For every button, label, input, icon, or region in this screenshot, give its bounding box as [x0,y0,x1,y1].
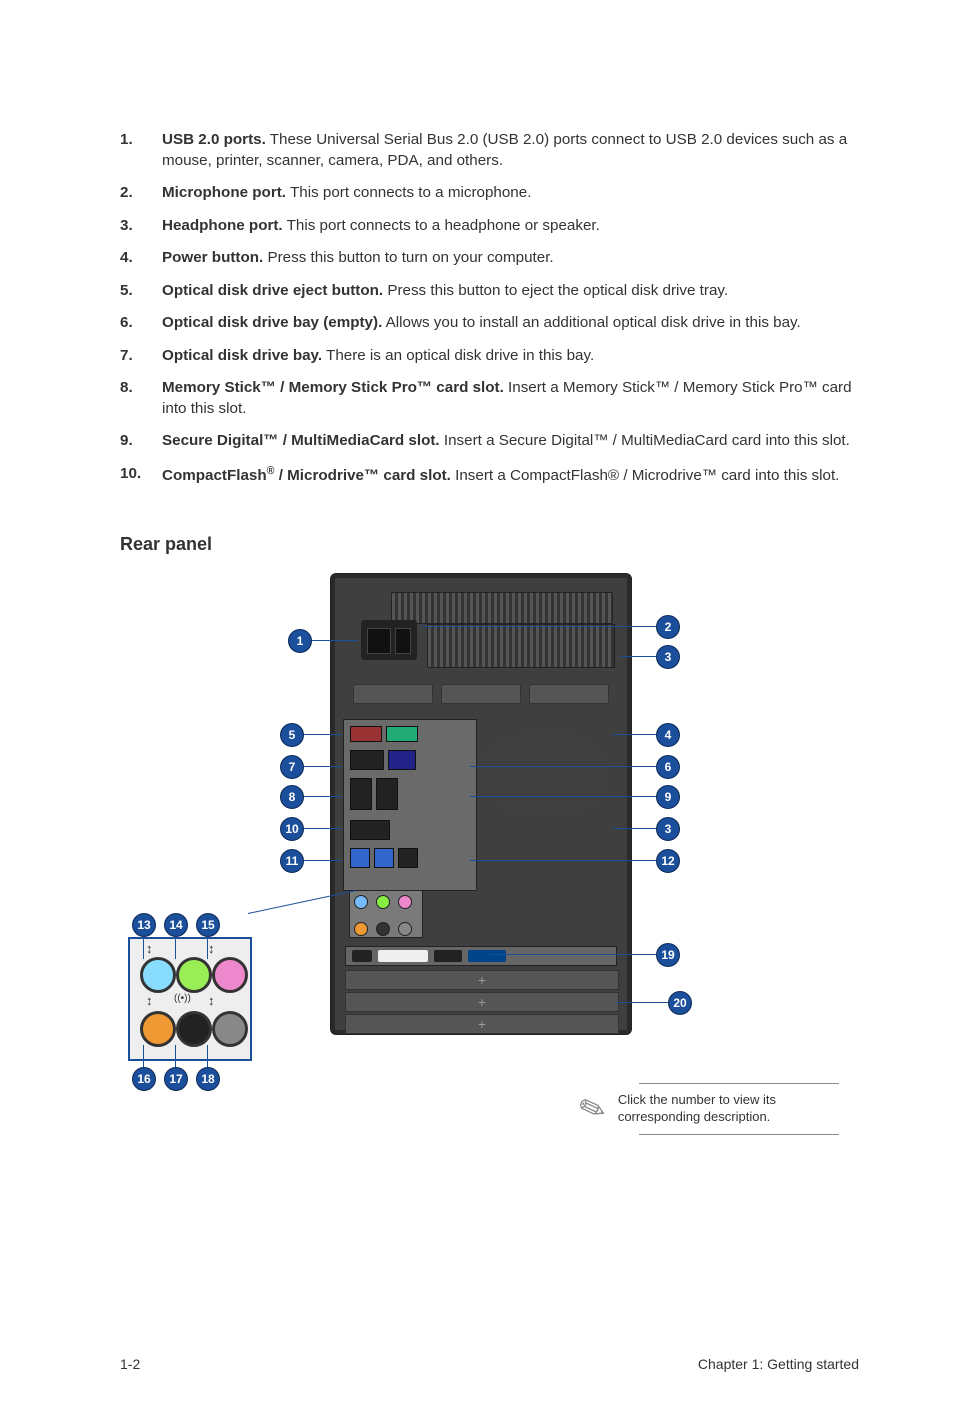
list-item: 8.Memory Stick™ / Memory Stick Pro™ card… [120,378,859,419]
item-body: Optical disk drive bay. There is an opti… [162,346,859,367]
callout-13[interactable]: 13 [132,913,156,937]
item-number: 9. [120,431,162,452]
callout-20[interactable]: 20 [668,991,692,1015]
item-number: 2. [120,183,162,204]
callout-3[interactable]: 3 [656,645,680,669]
hdmi-port [350,820,390,840]
arrow-icon: ↕ [146,993,153,1008]
item-body: Power button. Press this button to turn … [162,248,859,269]
item-number: 8. [120,378,162,419]
page-footer: 1-2 Chapter 1: Getting started [120,1356,859,1372]
audio-jack-gray [212,1011,248,1047]
graphics-card-bracket [345,946,617,966]
callout-12[interactable]: 12 [656,849,680,873]
list-item: 2.Microphone port. This port connects to… [120,183,859,204]
item-number: 1. [120,130,162,171]
item-body: Memory Stick™ / Memory Stick Pro™ card s… [162,378,859,419]
callout-6[interactable]: 6 [656,755,680,779]
callout-17[interactable]: 17 [164,1067,188,1091]
item-number: 10. [120,464,162,487]
audio-jack-lime [176,957,212,993]
headphone-icon: ((•)) [174,993,191,1004]
audio-jack-pink [212,957,248,993]
usb-stack [350,778,372,810]
list-item: 1.USB 2.0 ports. These Universal Serial … [120,130,859,171]
expansion-slot-cover: + [345,992,619,1012]
callout-11[interactable]: 11 [280,849,304,873]
audio-jack-orange [140,1011,176,1047]
voltage-switch [395,628,411,654]
io-panel [343,719,477,891]
audio-jack-black [176,1011,212,1047]
esata-port [398,848,418,868]
power-connector [367,628,391,654]
rear-panel-diagram: + + + 1 5 7 8 10 11 2 3 4 6 9 3 12 19 [120,573,859,1113]
page-number: 1-2 [120,1356,140,1372]
drive-slots [353,684,609,702]
ps2-keyboard-port [350,726,382,742]
callout-10[interactable]: 10 [280,817,304,841]
arrow-icon: ↕ [146,941,153,956]
item-body: Secure Digital™ / MultiMediaCard slot. I… [162,431,859,452]
list-item: 5.Optical disk drive eject button. Press… [120,281,859,302]
list-item: 7.Optical disk drive bay. There is an op… [120,346,859,367]
item-body: CompactFlash® / Microdrive™ card slot. I… [162,464,859,487]
callout-9[interactable]: 9 [656,785,680,809]
item-number: 6. [120,313,162,334]
chapter-label: Chapter 1: Getting started [698,1356,859,1372]
vent-grill [427,624,615,668]
callout-16[interactable]: 16 [132,1067,156,1091]
item-body: Microphone port. This port connects to a… [162,183,859,204]
item-number: 4. [120,248,162,269]
dvi-port [350,750,384,770]
vga-port [388,750,416,770]
pencil-icon: ✎ [573,1087,611,1132]
item-number: 7. [120,346,162,367]
callout-4[interactable]: 4 [656,723,680,747]
callout-19[interactable]: 19 [656,943,680,967]
item-body: Optical disk drive eject button. Press t… [162,281,859,302]
item-body: Optical disk drive bay (empty). Allows y… [162,313,859,334]
usb3-port [350,848,370,868]
item-body: USB 2.0 ports. These Universal Serial Bu… [162,130,859,171]
usb3-port [374,848,394,868]
item-body: Headphone port. This port connects to a … [162,216,859,237]
arrow-icon: ↕ [208,993,215,1008]
arrow-icon: ↕ [208,941,215,956]
list-item: 6.Optical disk drive bay (empty). Allows… [120,313,859,334]
callout-7[interactable]: 7 [280,755,304,779]
ps2-mouse-port [386,726,418,742]
callout-5[interactable]: 5 [280,723,304,747]
item-number: 5. [120,281,162,302]
callout-14[interactable]: 14 [164,913,188,937]
audio-jacks-detail: ↕ ↕ ↕ ((•)) ↕ [128,937,252,1061]
expansion-slot-cover: + [345,1014,619,1034]
callout-2[interactable]: 2 [656,615,680,639]
vent-grill [391,592,613,624]
rear-panel-heading: Rear panel [120,534,859,555]
callout-8[interactable]: 8 [280,785,304,809]
power-supply [361,620,417,660]
port-description-list: 1.USB 2.0 ports. These Universal Serial … [120,130,859,486]
note-callout: ✎ Click the number to view its correspon… [579,1083,839,1135]
list-item: 10.CompactFlash® / Microdrive™ card slot… [120,464,859,487]
list-item: 9.Secure Digital™ / MultiMediaCard slot.… [120,431,859,452]
callout-1[interactable]: 1 [288,629,312,653]
item-number: 3. [120,216,162,237]
callout-15[interactable]: 15 [196,913,220,937]
audio-jack-lightblue [140,957,176,993]
computer-tower-rear: + + + [330,573,632,1035]
fan-vent [483,724,613,824]
note-text: Click the number to view its correspondi… [618,1092,839,1126]
expansion-slot-cover: + [345,970,619,990]
callout-18[interactable]: 18 [196,1067,220,1091]
lan-port [376,778,398,810]
audio-jack-panel [349,890,423,938]
callout-3b[interactable]: 3 [656,817,680,841]
list-item: 4.Power button. Press this button to tur… [120,248,859,269]
list-item: 3.Headphone port. This port connects to … [120,216,859,237]
